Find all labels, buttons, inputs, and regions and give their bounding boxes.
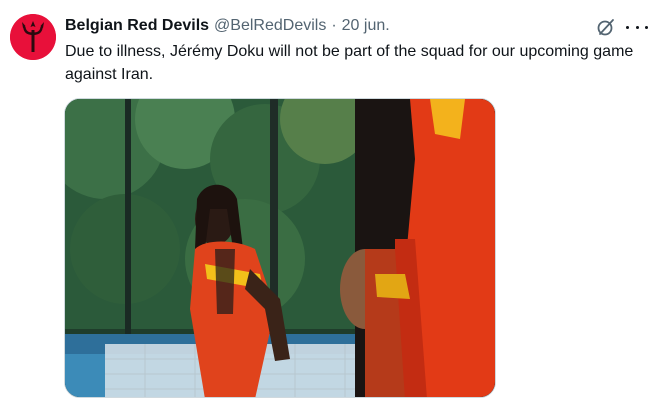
tweet-date[interactable]: 20 jun. [342, 17, 390, 35]
tweet-card[interactable]: Belgian Red Devils @BelRedDevils · 20 ju… [0, 0, 670, 398]
user-handle[interactable]: @BelRedDevils [214, 17, 326, 35]
tweet-header: Belgian Red Devils @BelRedDevils · 20 ju… [65, 15, 390, 37]
red-devils-trident-icon [10, 14, 56, 60]
header-separator: · [331, 17, 337, 34]
tweet-text: Due to illness, Jérémy Doku will not be … [65, 43, 634, 83]
display-name[interactable]: Belgian Red Devils [65, 17, 209, 35]
tweet-photo[interactable] [64, 98, 496, 398]
grok-icon[interactable] [596, 17, 616, 37]
profile-avatar[interactable] [10, 14, 56, 60]
more-options-icon[interactable] [626, 17, 648, 37]
